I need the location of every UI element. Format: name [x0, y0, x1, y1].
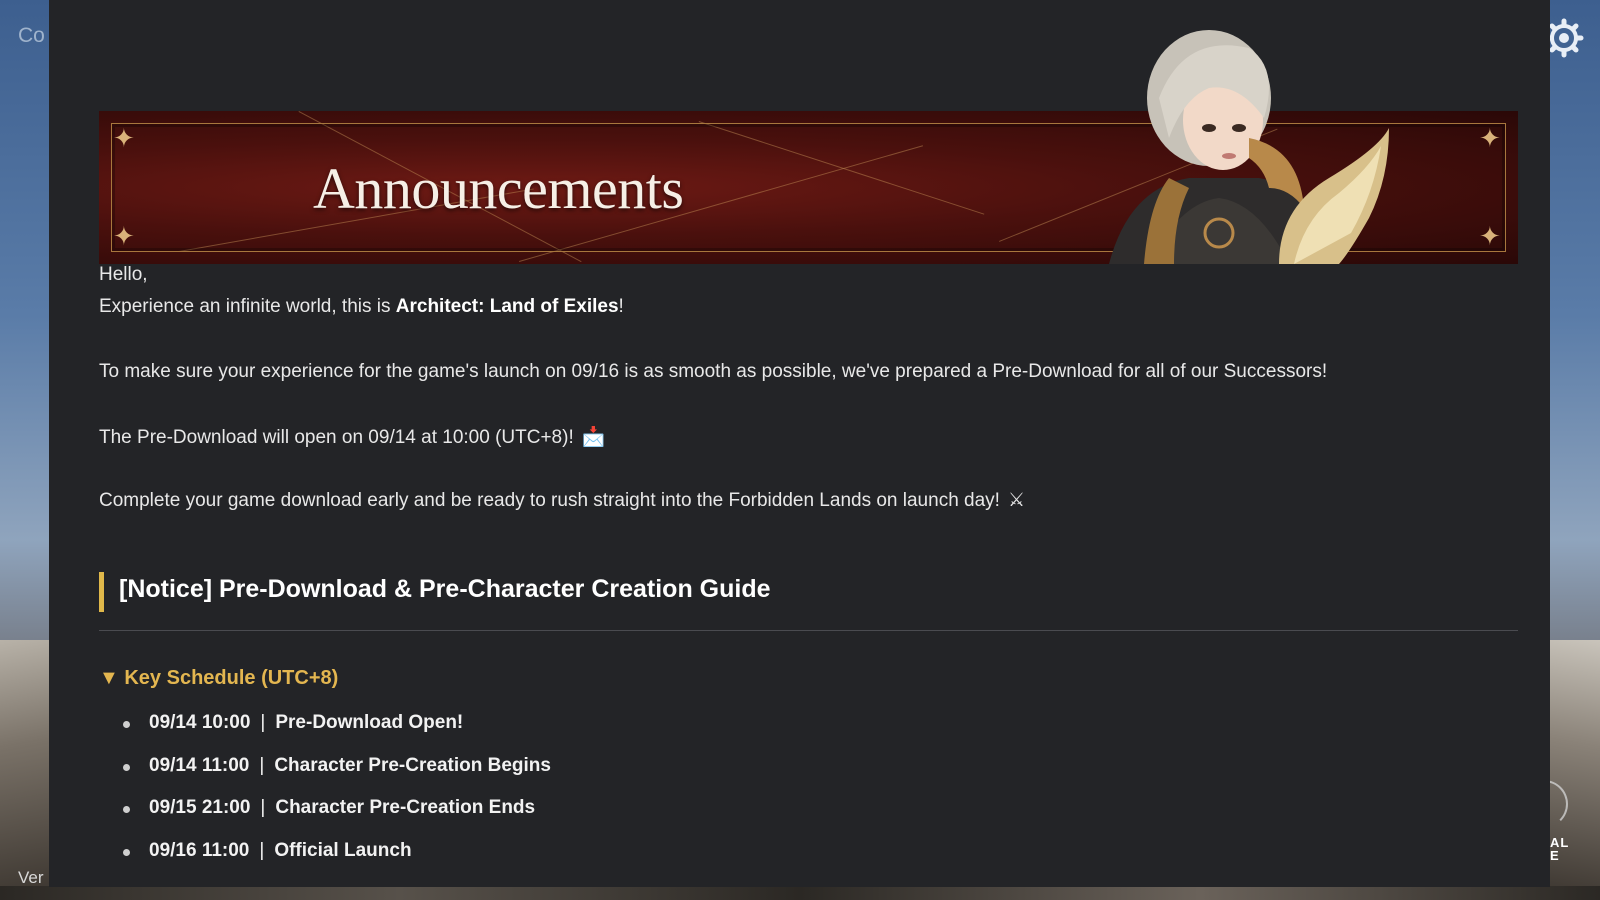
- key-schedule-toggle[interactable]: ▼ Key Schedule (UTC+8): [99, 667, 338, 690]
- schedule-event: Official Launch: [274, 839, 412, 861]
- crossed-swords-icon: ⚔: [1007, 490, 1025, 511]
- background-corner-logo: AL E: [1550, 835, 1570, 863]
- background-ground: [0, 886, 1600, 900]
- character-illustration: [1109, 30, 1389, 264]
- schedule-event: Character Pre-Creation Ends: [275, 797, 536, 818]
- inbox-tray-icon: 📩: [581, 427, 606, 448]
- key-schedule-heading: Key Schedule (UTC+8): [124, 667, 339, 689]
- bullet-icon: [123, 848, 130, 856]
- bullet-icon: [123, 721, 130, 728]
- triangle-down-icon: ▼: [99, 667, 119, 689]
- background-partial-label: Co: [18, 24, 45, 47]
- corner-ornament-icon: ✦: [1479, 221, 1501, 251]
- background-scenery-left: [0, 640, 50, 900]
- greeting-text: Hello,: [99, 264, 148, 285]
- corner-ornament-icon: ✦: [113, 123, 135, 153]
- complete-download-paragraph: Complete your game download early and be…: [99, 490, 1025, 511]
- bullet-icon: [123, 763, 130, 771]
- settings-gear-icon[interactable]: [1544, 18, 1584, 58]
- section-divider: [99, 630, 1518, 631]
- notice-heading: [Notice] Pre-Download & Pre-Character Cr…: [119, 575, 771, 603]
- notice-accent-bar: [99, 572, 104, 612]
- intro-paragraph: Experience an infinite world, this is Ar…: [99, 296, 624, 317]
- schedule-time: 09/16 11:00: [149, 839, 250, 861]
- schedule-event: Character Pre-Creation Begins: [274, 754, 551, 776]
- schedule-event: Pre-Download Open!: [275, 712, 464, 733]
- predownload-open-paragraph: The Pre-Download will open on 09/14 at 1…: [99, 427, 606, 448]
- predownload-prepared-paragraph: To make sure your experience for the gam…: [99, 361, 1328, 382]
- announcement-panel[interactable]: ✦ ✦ ✦ ✦ Announcements Hello, Experience …: [49, 0, 1550, 887]
- banner-title: Announcements: [313, 156, 684, 221]
- schedule-time: 09/14 10:00: [149, 712, 251, 733]
- schedule-time: 09/14 11:00: [149, 754, 250, 776]
- bullet-icon: [123, 806, 130, 813]
- game-title-text: Architect: Land of Exiles: [395, 296, 619, 317]
- corner-ornament-icon: ✦: [113, 221, 135, 251]
- corner-ornament-icon: ✦: [1479, 123, 1501, 153]
- schedule-time: 09/15 21:00: [149, 797, 251, 818]
- version-label: Ver: [18, 868, 44, 887]
